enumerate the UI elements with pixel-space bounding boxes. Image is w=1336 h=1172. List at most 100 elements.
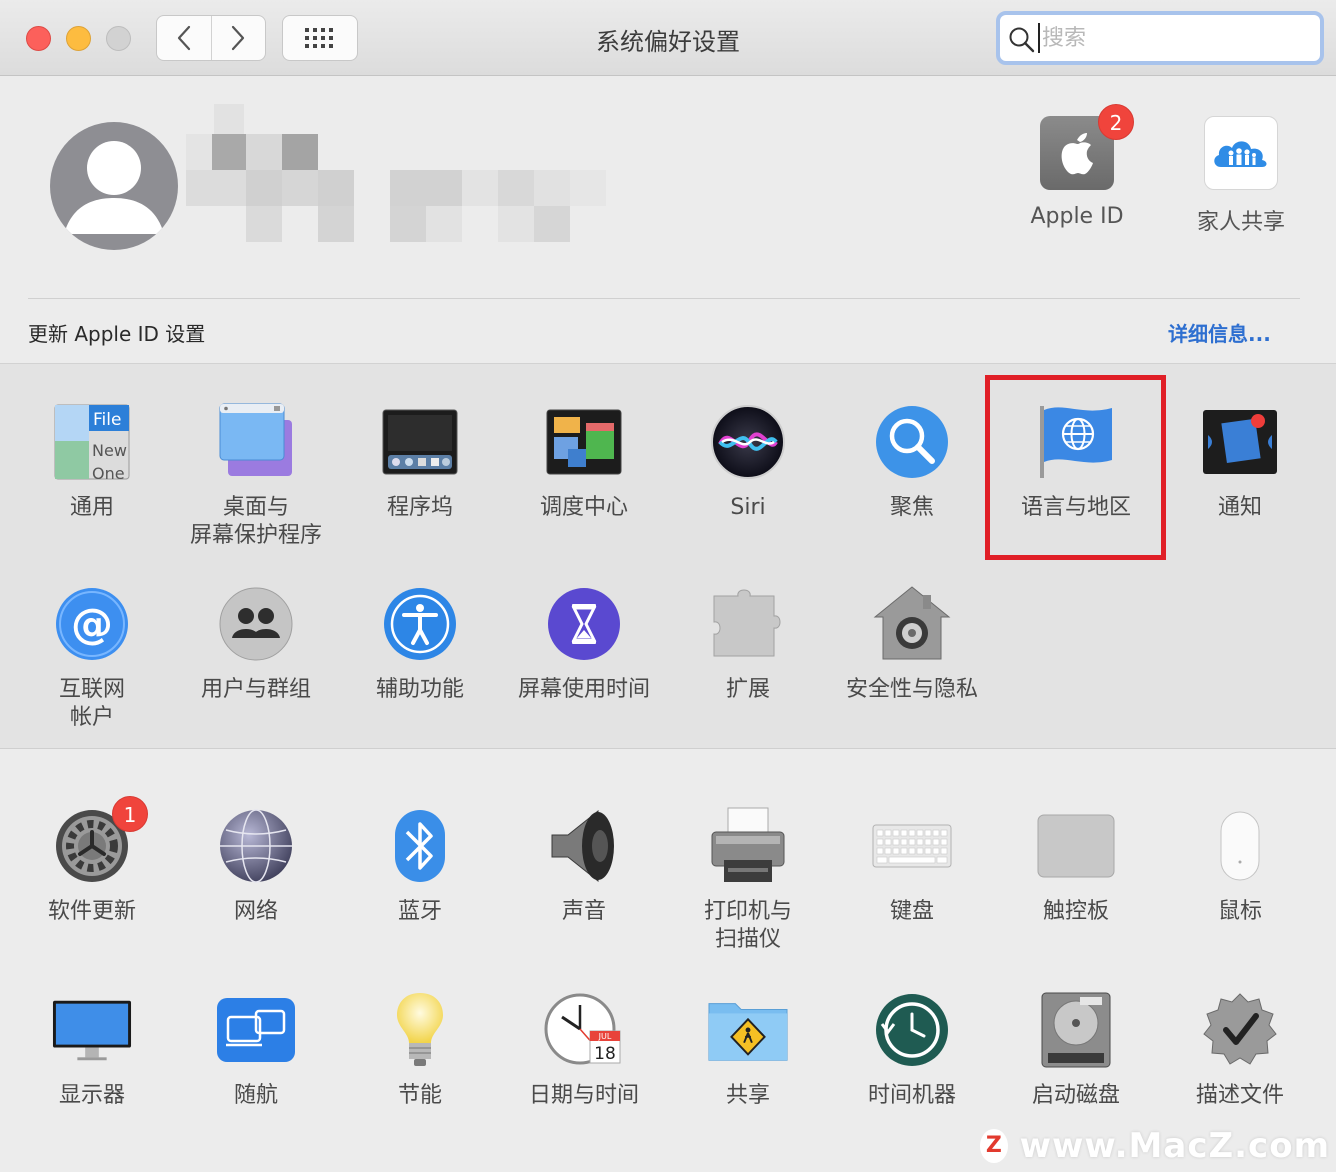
pref-printers-scanners[interactable]: 打印机与 扫描仪 [666,806,830,954]
update-apple-id-text: 更新 Apple ID 设置 [28,322,206,346]
pref-displays[interactable]: 显示器 [10,990,174,1110]
pref-trackpad[interactable]: 触控板 [994,806,1158,926]
pref-label: 描述文件 [1195,1083,1284,1108]
users-icon [216,584,296,664]
at-sign-icon: @ [52,584,132,664]
forward-button[interactable] [210,16,266,60]
pref-desktop-screensaver[interactable]: 桌面与 屏幕保护程序 [174,402,338,550]
gear-icon: 1 [52,796,148,886]
pref-sharing[interactable]: 共享 [666,990,830,1110]
sharing-folder-icon [708,990,788,1070]
watermark-text: www.MacZ.com [1019,1126,1330,1166]
details-link[interactable]: 详细信息... [1168,318,1271,347]
pref-label: 共享 [725,1083,770,1108]
pref-label: 打印机与 扫描仪 [703,899,792,952]
svg-text:New: New [92,441,127,460]
pref-mouse[interactable]: 鼠标 [1158,806,1322,926]
pref-users-groups[interactable]: 用户与群组 [174,584,338,704]
zoom-button[interactable] [106,26,131,51]
pref-accessibility[interactable]: 辅助功能 [338,584,502,704]
pref-label: 时间机器 [867,1083,956,1108]
apple-id-item[interactable]: 2 Apple ID [1002,104,1152,229]
pref-screen-time[interactable]: 屏幕使用时间 [502,584,666,704]
pref-dock[interactable]: 程序坞 [338,402,502,522]
pref-label: 聚焦 [889,495,934,520]
svg-text:File: File [93,410,121,430]
pref-label: 桌面与 屏幕保护程序 [189,495,322,548]
hourglass-icon [544,584,624,664]
pref-siri[interactable]: Siri [666,402,830,522]
family-cloud-icon [1204,116,1278,190]
pref-mission-control[interactable]: 调度中心 [502,402,666,522]
pref-time-machine[interactable]: 时间机器 [830,990,994,1110]
pref-software-update[interactable]: 1 软件更新 [10,796,174,926]
apple-id-label: Apple ID [1030,204,1124,229]
pref-label: 软件更新 [47,899,136,924]
pref-label: 启动磁盘 [1031,1083,1120,1108]
pref-label: 蓝牙 [397,899,442,924]
pref-label: 网络 [233,899,278,924]
pref-label: 声音 [561,899,606,924]
pref-spotlight[interactable]: 聚焦 [830,402,994,522]
pref-startup-disk[interactable]: 启动磁盘 [994,990,1158,1110]
svg-text:JUL: JUL [598,1032,612,1041]
pref-energy-saver[interactable]: 节能 [338,990,502,1110]
pref-notifications[interactable]: 通知 [1158,402,1322,522]
pref-label: 随航 [233,1083,278,1108]
pref-sound[interactable]: 声音 [502,806,666,926]
svg-text:18: 18 [594,1044,616,1064]
chevron-right-icon [232,25,245,51]
mouse-icon [1200,806,1280,886]
window-title: 系统偏好设置 [596,28,740,56]
search-field[interactable] [996,11,1324,65]
pref-label: 用户与群组 [200,677,311,702]
macz-logo-icon: Z [980,1129,1008,1163]
keyboard-icon [872,806,952,886]
svg-text:One: One [92,464,125,481]
puzzle-icon [708,584,788,664]
search-input[interactable] [1038,23,1308,53]
apple-id-badge: 2 [1098,104,1134,140]
pref-date-time[interactable]: JUL 18 日期与时间 [502,990,666,1110]
pref-internet-accounts[interactable]: @ 互联网 帐户 [10,584,174,732]
pref-profiles[interactable]: 描述文件 [1158,990,1322,1110]
pref-keyboard[interactable]: 键盘 [830,806,994,926]
back-button[interactable] [157,16,211,60]
pref-general[interactable]: File New One 通用 [10,402,174,522]
pref-label: 触控板 [1042,899,1109,924]
software-update-badge: 1 [112,796,148,832]
pref-bluetooth[interactable]: 蓝牙 [338,806,502,926]
globe-icon [216,806,296,886]
nav-buttons [156,15,266,61]
family-sharing-item[interactable]: 家人共享 [1166,116,1316,236]
minimize-button[interactable] [66,26,91,51]
pref-label: 互联网 帐户 [58,677,125,730]
siri-icon [708,402,788,482]
lightbulb-icon [380,990,460,1070]
pref-security-privacy[interactable]: 安全性与隐私 [830,584,994,704]
avatar[interactable] [50,122,178,250]
pref-extensions[interactable]: 扩展 [666,584,830,704]
watermark: Z www.MacZ.com [980,1124,1330,1168]
show-all-button[interactable] [282,15,358,61]
pref-label: 屏幕使用时间 [517,677,650,702]
user-silhouette-icon [64,141,164,234]
house-lock-icon [872,584,952,664]
pref-label: 安全性与隐私 [845,677,978,702]
pref-label: 通知 [1217,495,1262,520]
pref-label: 鼠标 [1217,899,1262,924]
pref-sidecar[interactable]: 随航 [174,990,338,1110]
pref-network[interactable]: 网络 [174,806,338,926]
pref-label: Siri [730,495,766,520]
desktop-icon [216,402,296,482]
chevron-left-icon [177,25,190,51]
pref-label: 节能 [397,1083,442,1108]
bluetooth-icon [380,806,460,886]
search-icon [1009,27,1035,53]
clock-calendar-icon: JUL 18 [544,990,624,1070]
time-machine-icon [872,990,952,1070]
family-sharing-label: 家人共享 [1196,210,1285,235]
accessibility-icon [380,584,460,664]
close-button[interactable] [26,26,51,51]
pref-label: 显示器 [58,1083,125,1108]
